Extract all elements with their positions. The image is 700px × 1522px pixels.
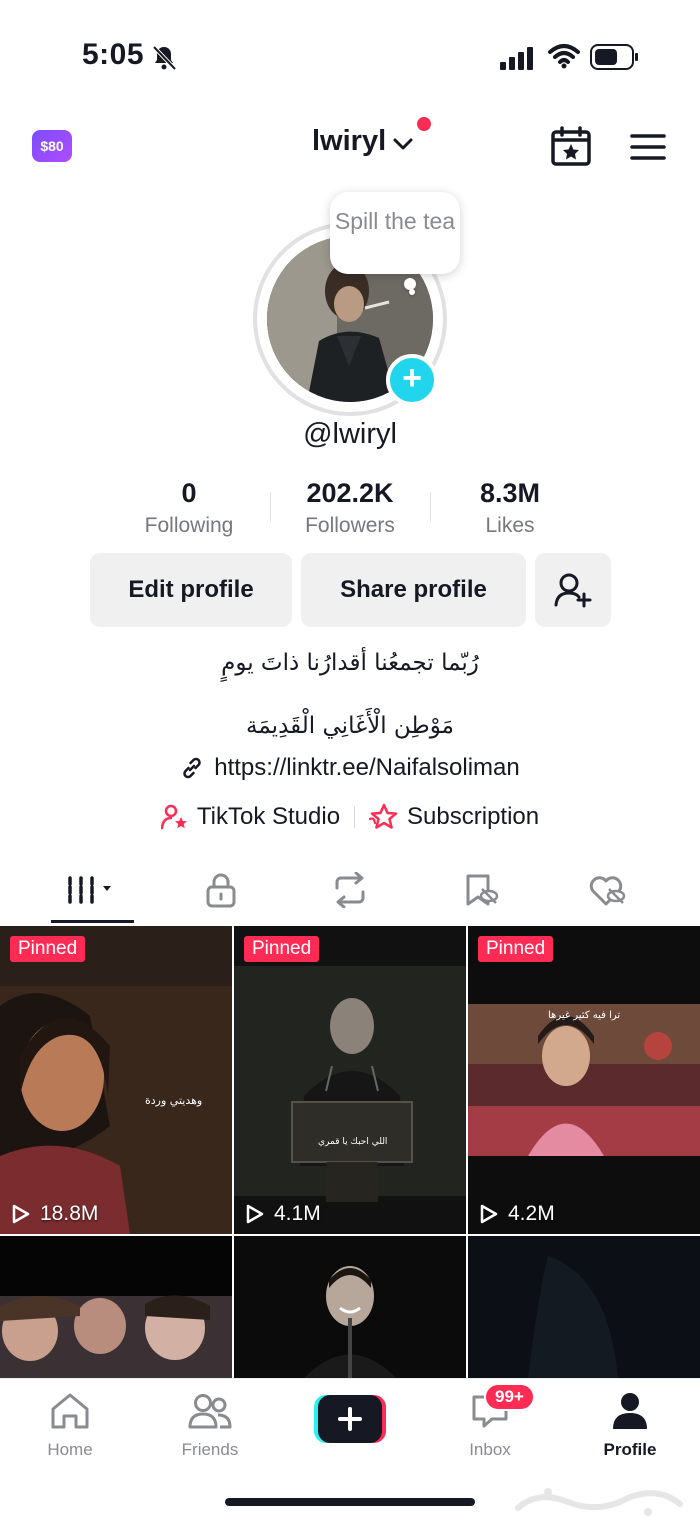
video-tile[interactable]	[234, 1236, 466, 1378]
videos-grid-icon	[68, 876, 111, 904]
add-story-button[interactable]: +	[386, 354, 438, 406]
active-tab-indicator	[51, 920, 134, 923]
status-bar: 5:05	[0, 0, 700, 110]
coins-badge[interactable]: $80	[32, 130, 72, 162]
play-outline-icon	[480, 1204, 498, 1224]
share-profile-button[interactable]: Share profile	[301, 553, 526, 627]
video-tile[interactable]	[0, 1236, 232, 1378]
link-icon	[183, 757, 202, 779]
bookmark-hidden-icon	[466, 874, 499, 906]
bell-off-icon	[152, 45, 177, 71]
nav-label: Home	[47, 1440, 93, 1459]
home-indicator	[225, 1498, 475, 1506]
subscription-star-icon	[369, 803, 398, 829]
stat-value: 0	[181, 478, 197, 508]
video-thumbnail: ترا فيه كثير غيرها	[468, 926, 700, 1234]
subscription-label: Subscription	[407, 803, 540, 830]
tab-favorites[interactable]	[451, 866, 511, 914]
stat-likes[interactable]: 8.3M Likes	[425, 476, 595, 542]
add-friends-button[interactable]	[535, 553, 611, 627]
video-caption: وهديتي وردة	[145, 1094, 202, 1107]
tab-private[interactable]	[191, 866, 251, 914]
note-bubble-tail-small	[409, 289, 415, 295]
view-count: 4.1M	[244, 1202, 321, 1226]
battery-icon	[590, 44, 638, 70]
inbox-badge: 99+	[484, 1383, 535, 1411]
view-count-text: 4.2M	[508, 1202, 555, 1225]
video-caption: ترا فيه كثير غيرها	[548, 1010, 620, 1021]
add-user-icon	[554, 573, 592, 608]
nav-friends[interactable]: Friends	[140, 1391, 280, 1460]
pinned-badge: Pinned	[10, 936, 86, 962]
tiktok-studio-label: TikTok Studio	[196, 803, 341, 830]
subscription-link[interactable]: Subscription	[369, 803, 539, 831]
tab-liked[interactable]	[578, 866, 638, 914]
repost-icon	[335, 872, 365, 908]
view-count-text: 18.8M	[40, 1202, 99, 1225]
bio-line-1: رُبّما تجمعُنا أقدارُنا ذاتَ يومٍ	[221, 650, 479, 676]
nav-label: Inbox	[469, 1440, 511, 1459]
stat-followers[interactable]: 202.2K Followers	[265, 476, 435, 542]
tab-videos[interactable]	[62, 866, 122, 914]
view-count: 18.8M	[10, 1202, 98, 1226]
profile-handle: @lwiryl	[303, 418, 397, 450]
stat-label: Likes	[485, 514, 535, 537]
view-count-text: 4.1M	[274, 1202, 321, 1225]
edit-profile-button[interactable]: Edit profile	[90, 553, 292, 627]
calendar-star-icon[interactable]	[550, 126, 592, 166]
studio-user-star-icon	[160, 804, 187, 830]
stat-label: Following	[144, 514, 234, 537]
friends-icon	[188, 1394, 232, 1429]
bio-link[interactable]: https://linktr.ee/Naifalsoliman	[0, 754, 700, 782]
note-bubble[interactable]: Spill the tea	[330, 192, 460, 274]
status-time: 5:05	[82, 38, 145, 71]
heart-hidden-icon	[589, 876, 626, 906]
nav-label: Profile	[603, 1440, 657, 1459]
stat-label: Followers	[305, 514, 395, 537]
video-thumbnail	[468, 1236, 700, 1378]
play-outline-icon	[246, 1204, 264, 1224]
stat-value: 8.3M	[479, 478, 541, 508]
pinned-badge: Pinned	[244, 936, 320, 962]
tools-divider	[354, 806, 356, 828]
tiktok-studio-link[interactable]: TikTok Studio	[160, 803, 341, 831]
create-button[interactable]	[314, 1395, 386, 1443]
video-thumbnail: اللي احبك يا قمري	[234, 926, 466, 1234]
video-thumbnail	[234, 1236, 466, 1378]
account-switcher[interactable]: lwiryl	[312, 125, 386, 158]
nav-home[interactable]: Home	[0, 1391, 140, 1460]
nav-profile[interactable]: Profile	[560, 1391, 700, 1460]
video-tile[interactable]: ترا فيه كثير غيرها Pinned 4.2M	[468, 926, 700, 1234]
play-outline-icon	[12, 1204, 30, 1224]
wifi-icon	[548, 44, 580, 69]
notification-dot	[417, 117, 431, 131]
video-thumbnail	[0, 1236, 232, 1378]
video-caption: اللي احبك يا قمري	[318, 1137, 387, 1147]
video-thumbnail: وهديتي وردة	[0, 926, 232, 1234]
profile-icon	[613, 1393, 647, 1429]
bio-line-2: مَوْطِن الْأَغَانِي الْقَدِيمَة	[246, 713, 454, 739]
view-count: 4.2M	[478, 1202, 555, 1226]
cellular-signal-icon	[500, 47, 533, 70]
stat-following[interactable]: 0 Following	[104, 476, 274, 542]
stat-value: 202.2K	[306, 478, 394, 508]
chevron-down-icon[interactable]	[392, 136, 414, 152]
menu-icon[interactable]	[630, 133, 666, 161]
video-tile[interactable]: اللي احبك يا قمري Pinned 4.1M	[234, 926, 466, 1234]
lock-icon	[206, 873, 236, 908]
video-tile[interactable]: وهديتي وردة Pinned 18.8M	[0, 926, 232, 1234]
bio-link-text[interactable]: https://linktr.ee/Naifalsoliman	[214, 754, 519, 782]
video-tile[interactable]	[468, 1236, 700, 1378]
creator-tools: TikTok Studio Subscription	[0, 803, 700, 831]
home-icon	[51, 1393, 89, 1429]
nav-label: Friends	[181, 1440, 239, 1459]
tab-reposts[interactable]	[320, 866, 380, 914]
watermark-logo	[515, 1488, 683, 1516]
pinned-badge: Pinned	[478, 936, 554, 962]
